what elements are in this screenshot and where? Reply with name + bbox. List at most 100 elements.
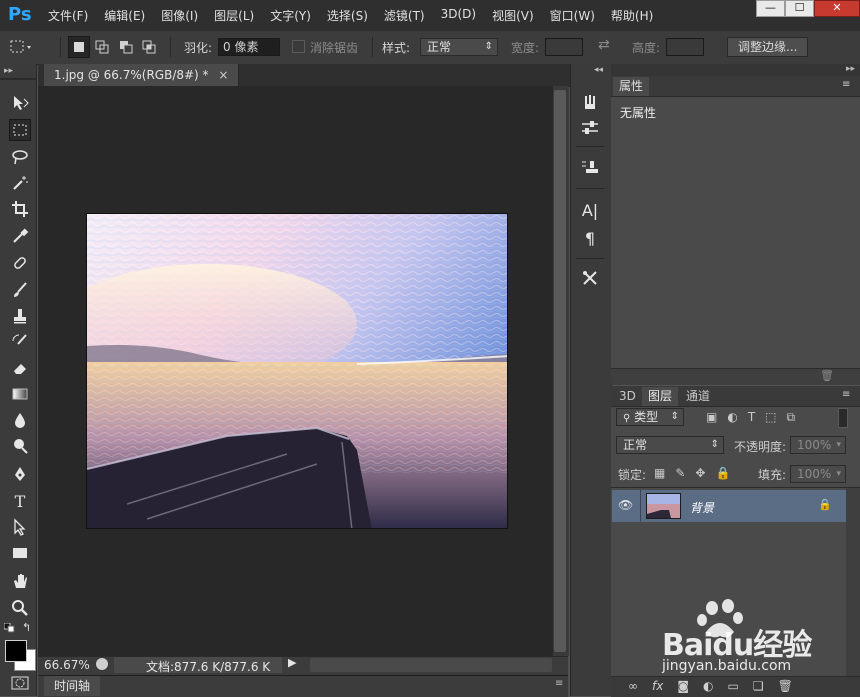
document-image[interactable] (86, 213, 508, 529)
horizontal-scrollbar[interactable] (310, 658, 552, 672)
menu-item-filter[interactable]: 滤镜(T) (376, 7, 433, 24)
properties-tab[interactable]: 属性 (613, 77, 650, 96)
move-tool[interactable] (9, 92, 31, 114)
rectangular-marquee-tool[interactable] (9, 119, 31, 141)
maximize-button[interactable]: ☐ (785, 0, 814, 17)
lock-position-icon[interactable]: ✥ (695, 466, 705, 480)
tool-presets-panel-button[interactable] (578, 156, 602, 180)
refine-edge-button[interactable]: 调整边缘... (727, 37, 809, 57)
collapse-panels-icon[interactable]: ◂◂ (594, 65, 603, 75)
magic-wand-tool[interactable] (9, 172, 31, 194)
collapse-toolbar-icon[interactable]: ▸▸ (4, 66, 13, 76)
lock-transparency-icon[interactable]: ▦ (654, 466, 665, 480)
tool-preset-picker[interactable] (8, 35, 34, 59)
pixel-layer-filter-icon[interactable]: ▣ (706, 410, 717, 425)
dodge-tool[interactable] (9, 435, 31, 457)
adjustments-panel-button[interactable] (578, 116, 602, 140)
type-layer-filter-icon[interactable]: T (748, 410, 755, 425)
opacity-input[interactable]: 100% ▾ (790, 436, 846, 454)
paragraph-panel-button[interactable]: ¶ (578, 226, 602, 250)
menu-item-layer[interactable]: 图层(L) (206, 7, 262, 24)
menu-item-file[interactable]: 文件(F) (40, 7, 96, 24)
quick-mask-button[interactable] (11, 676, 29, 690)
menu-item-view[interactable]: 视图(V) (484, 7, 542, 24)
style-select[interactable]: 正常 ⇕ (420, 38, 498, 56)
swap-dimensions-icon[interactable]: ⇄ (598, 37, 610, 53)
link-layers-icon[interactable]: ∞ (628, 679, 638, 693)
rectangle-tool[interactable] (9, 542, 31, 564)
close-tab-icon[interactable]: × (218, 68, 228, 82)
trash-icon[interactable]: 🗑 (820, 369, 834, 382)
lasso-icon (12, 150, 28, 165)
brush-settings-panel-button[interactable] (578, 266, 602, 290)
menu-item-edit[interactable]: 编辑(E) (96, 7, 153, 24)
hand-tool[interactable] (9, 570, 31, 592)
fill-input[interactable]: 100% ▾ (790, 465, 846, 483)
menu-item-type[interactable]: 文字(Y) (262, 7, 319, 24)
eraser-tool[interactable] (9, 357, 31, 379)
shape-layer-filter-icon[interactable]: ⬚ (765, 410, 776, 425)
history-brush-tool[interactable] (9, 331, 31, 353)
eyedropper-tool[interactable] (9, 225, 31, 247)
blend-mode-select[interactable]: 正常 ⇕ (616, 436, 724, 454)
clone-stamp-tool[interactable] (9, 305, 31, 327)
menu-item-select[interactable]: 选择(S) (319, 7, 376, 24)
path-selection-tool[interactable] (9, 516, 31, 538)
status-info-icon[interactable] (96, 658, 108, 670)
fx-icon[interactable]: fx (652, 679, 663, 693)
visibility-eye-icon[interactable]: 👁 (618, 498, 633, 512)
timeline-tab[interactable]: 时间轴 (44, 676, 101, 696)
history-panel-button[interactable] (578, 90, 602, 114)
healing-brush-tool[interactable] (9, 252, 31, 274)
lock-pixels-icon[interactable]: ✎ (675, 466, 685, 480)
filter-toggle[interactable] (838, 408, 848, 428)
subtract-selection-button[interactable] (115, 36, 136, 58)
blur-tool[interactable] (9, 409, 31, 431)
tab-channels[interactable]: 通道 (680, 387, 716, 406)
zoom-level[interactable]: 66.67% (44, 658, 90, 672)
layers-menu-icon[interactable]: ≡ (842, 389, 850, 400)
default-colors-icon[interactable] (3, 622, 16, 633)
menu-item-3d[interactable]: 3D(D) (433, 7, 484, 24)
layer-filter-select[interactable]: ⚲ 类型 ⇕ (616, 408, 684, 426)
collapse-dock-icon[interactable]: ▸▸ (846, 64, 855, 74)
gradient-tool[interactable] (9, 383, 31, 405)
panel-menu-icon[interactable]: ≡ (555, 678, 563, 689)
lock-all-icon[interactable]: 🔒 (715, 466, 730, 480)
type-tool[interactable]: T (9, 490, 31, 512)
delete-layer-icon[interactable]: 🗑 (778, 679, 793, 693)
menu-item-help[interactable]: 帮助(H) (603, 7, 661, 24)
layer-name[interactable]: 背景 (690, 499, 714, 516)
smart-object-filter-icon[interactable]: ⧉ (787, 410, 796, 425)
zoom-tool[interactable] (9, 597, 31, 619)
vertical-scroll-thumb[interactable] (554, 90, 566, 652)
menu-item-image[interactable]: 图像(I) (153, 7, 206, 24)
close-button[interactable]: ✕ (814, 0, 860, 17)
menu-item-window[interactable]: 窗口(W) (542, 7, 603, 24)
new-selection-button[interactable] (68, 36, 90, 58)
intersect-selection-button[interactable] (139, 36, 160, 58)
height-input[interactable] (666, 38, 704, 56)
character-panel-button[interactable]: A| (578, 198, 602, 222)
brush-tool[interactable] (9, 279, 31, 301)
lasso-tool[interactable] (9, 146, 31, 168)
new-group-icon[interactable]: ▭ (727, 679, 738, 693)
add-mask-icon[interactable]: ◙ (677, 679, 689, 693)
properties-menu-icon[interactable]: ≡ (842, 79, 850, 90)
tab-3d[interactable]: 3D (613, 387, 642, 406)
document-tab[interactable]: 1.jpg @ 66.7%(RGB/8#) * × (44, 64, 240, 86)
pen-tool[interactable] (9, 463, 31, 485)
foreground-color-swatch[interactable] (5, 640, 27, 662)
status-menu-arrow-icon[interactable]: ▶ (288, 656, 296, 669)
width-input[interactable] (545, 38, 583, 56)
crop-tool[interactable] (9, 198, 31, 220)
minimize-button[interactable]: — (756, 0, 785, 17)
adjustment-layer-icon[interactable]: ◐ (703, 679, 713, 693)
add-selection-button[interactable] (92, 36, 113, 58)
tab-layers[interactable]: 图层 (642, 387, 679, 406)
new-layer-icon[interactable]: ❏ (753, 679, 764, 693)
antialias-checkbox[interactable] (292, 40, 305, 53)
adjustment-layer-filter-icon[interactable]: ◐ (727, 410, 737, 425)
feather-input[interactable]: 0 像素 (218, 38, 280, 56)
swap-colors-icon[interactable]: ↰ (22, 621, 31, 634)
